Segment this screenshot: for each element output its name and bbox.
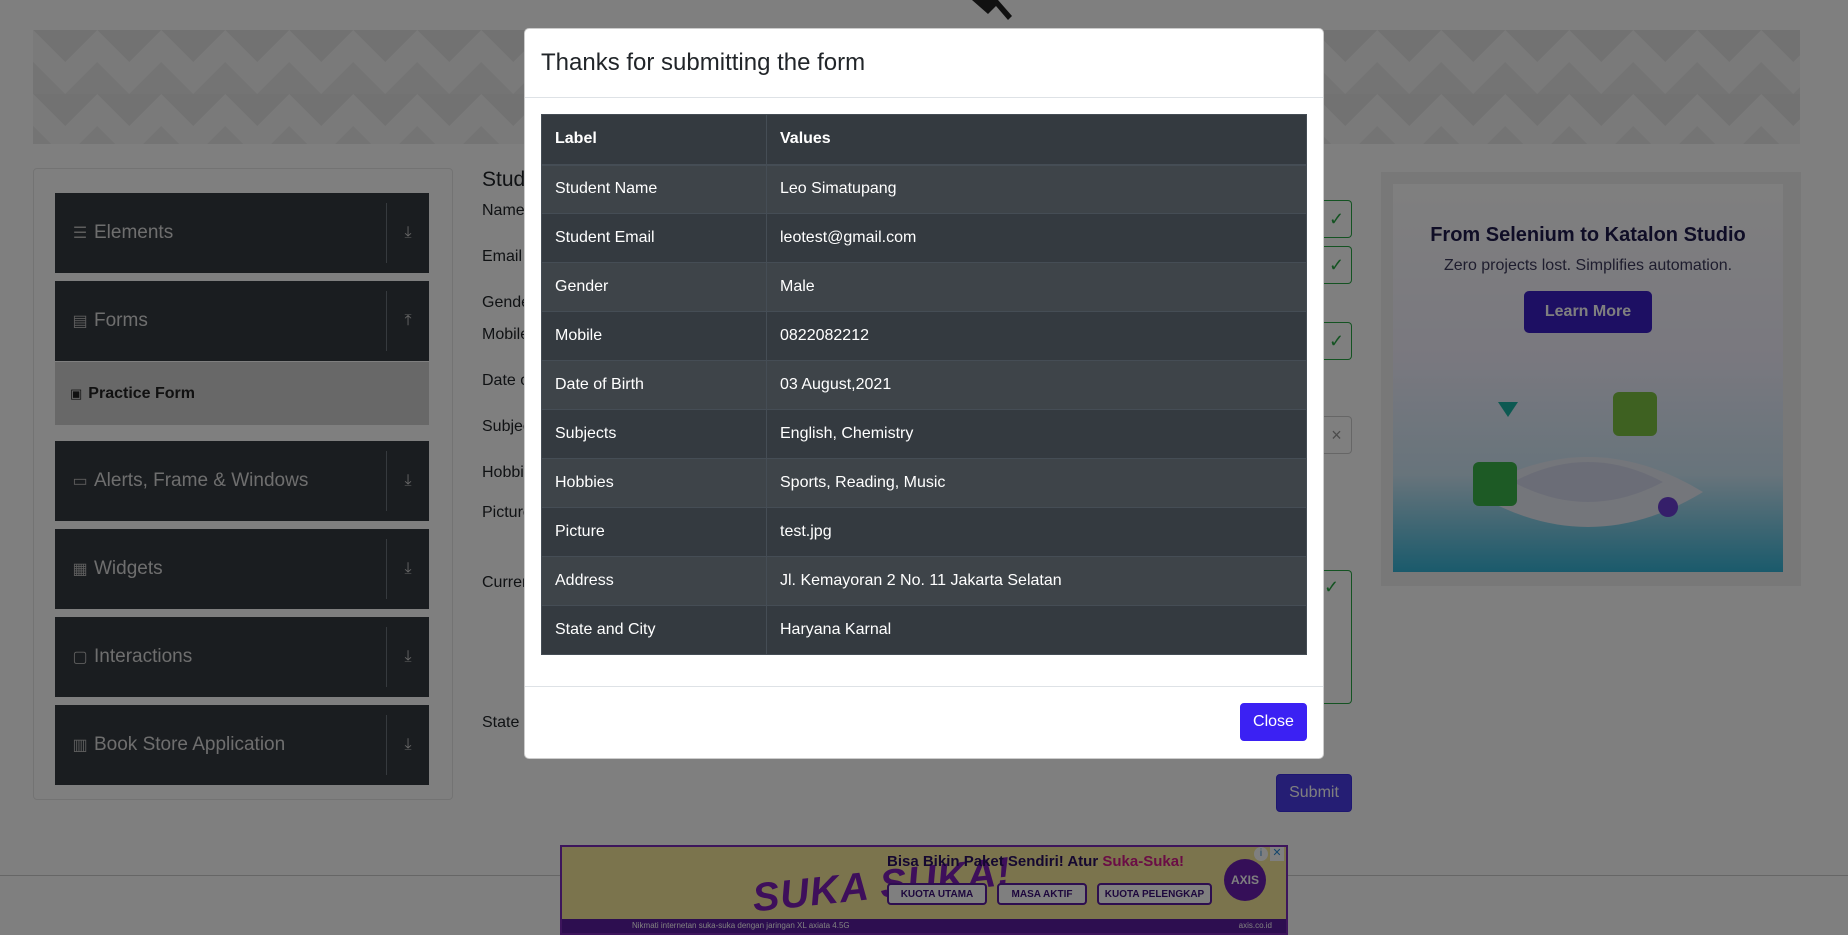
row-label: Student Email [541, 213, 767, 263]
row-label: Picture [541, 507, 767, 557]
row-value: leotest@gmail.com [766, 213, 1307, 263]
submission-modal: Thanks for submitting the form Label Val… [524, 28, 1324, 759]
row-label: State and City [541, 605, 767, 655]
column-header-label: Label [541, 114, 767, 166]
table-header-row: Label Values [541, 114, 1307, 166]
row-value: Leo Simatupang [766, 164, 1307, 214]
table-row: Picture test.jpg [541, 507, 1307, 557]
table-row: Date of Birth 03 August,2021 [541, 360, 1307, 410]
column-header-values: Values [766, 114, 1307, 166]
row-value: Jl. Kemayoran 2 No. 11 Jakarta Selatan [766, 556, 1307, 606]
table-row: Gender Male [541, 262, 1307, 312]
row-value: 0822082212 [766, 311, 1307, 361]
table-row: Address Jl. Kemayoran 2 No. 11 Jakarta S… [541, 556, 1307, 606]
row-label: Student Name [541, 164, 767, 214]
table-row: Subjects English, Chemistry [541, 409, 1307, 459]
row-value: 03 August,2021 [766, 360, 1307, 410]
row-value: English, Chemistry [766, 409, 1307, 459]
table-row: Student Email leotest@gmail.com [541, 213, 1307, 263]
table-row: Mobile 0822082212 [541, 311, 1307, 361]
row-label: Gender [541, 262, 767, 312]
row-label: Address [541, 556, 767, 606]
row-label: Mobile [541, 311, 767, 361]
results-table: Label Values Student Name Leo Simatupang… [541, 114, 1307, 655]
table-row: Student Name Leo Simatupang [541, 164, 1307, 214]
row-value: Sports, Reading, Music [766, 458, 1307, 508]
modal-header: Thanks for submitting the form [525, 29, 1323, 98]
row-value: Male [766, 262, 1307, 312]
table-row: Hobbies Sports, Reading, Music [541, 458, 1307, 508]
modal-footer: Close [525, 686, 1323, 758]
row-label: Hobbies [541, 458, 767, 508]
close-button[interactable]: Close [1240, 703, 1307, 741]
table-row: State and City Haryana Karnal [541, 605, 1307, 655]
modal-title: Thanks for submitting the form [541, 49, 866, 76]
row-value: test.jpg [766, 507, 1307, 557]
modal-body: Label Values Student Name Leo Simatupang… [525, 98, 1323, 671]
row-label: Date of Birth [541, 360, 767, 410]
row-value: Haryana Karnal [766, 605, 1307, 655]
row-label: Subjects [541, 409, 767, 459]
